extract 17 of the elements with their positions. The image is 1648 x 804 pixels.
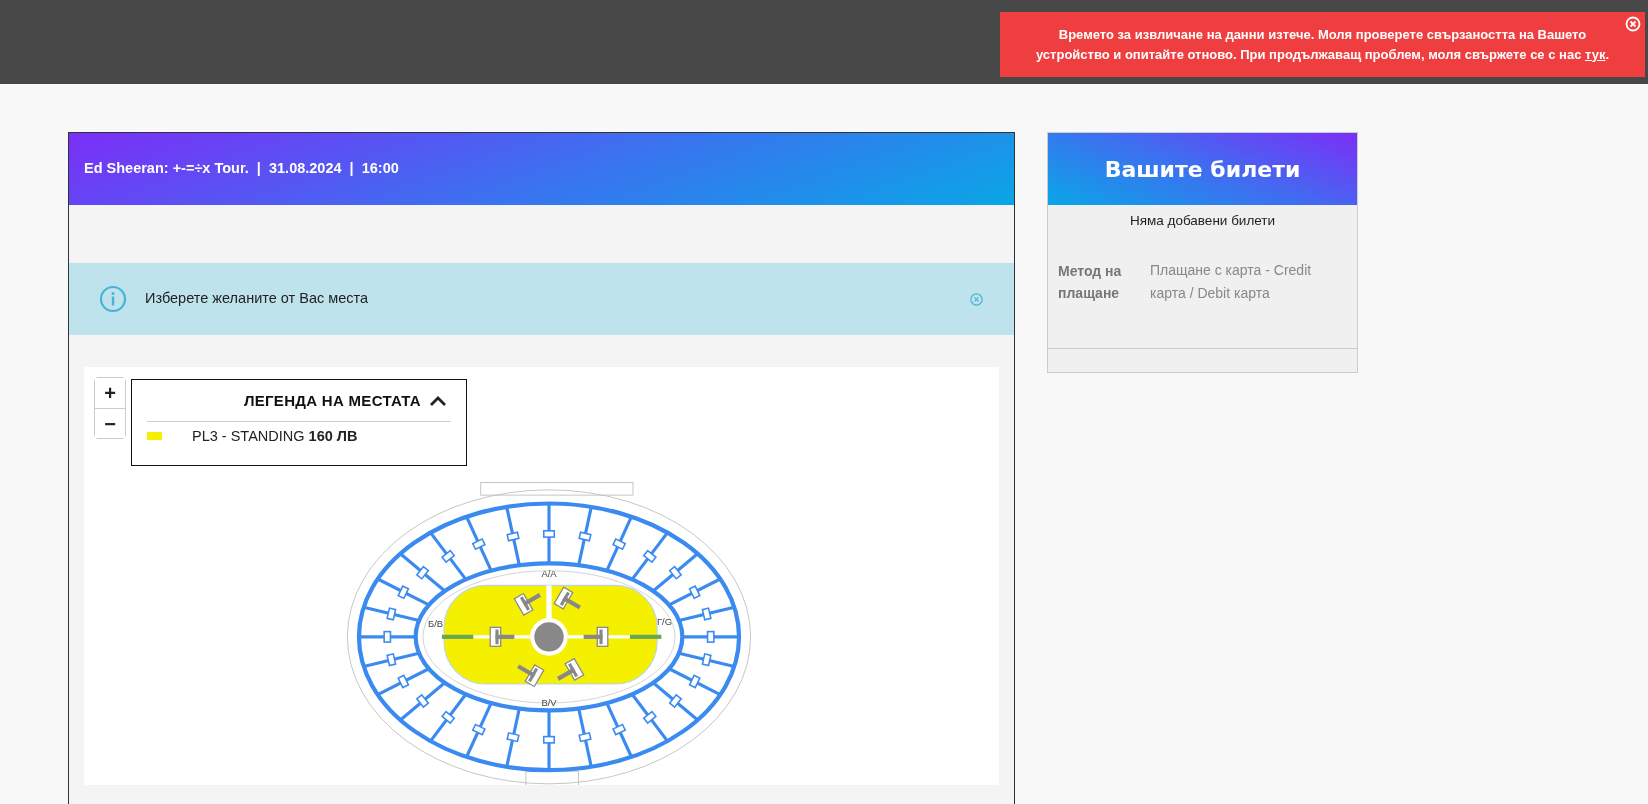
tickets-title: Вашите билети	[1104, 155, 1301, 184]
stand-label: А/А	[541, 568, 557, 579]
payment-value: Плащане с карта - Credit карта / Debit карта	[1150, 261, 1313, 303]
legend-title[interactable]: ЛЕГЕНДА НА МЕСТАТА	[243, 390, 421, 413]
stand-label: Г/G	[656, 616, 673, 628]
error-message: Времето за извличане на данни изтече. Моля проверете свързаността на Вашето устройство и опитайте отново. При продължаващ проблем, моля свържете се с нас тук.	[1034, 26, 1611, 64]
empty-message: Няма добавени билети	[1128, 212, 1277, 230]
caret-icon[interactable]	[429, 395, 447, 408]
contact-link[interactable]: тук	[1585, 46, 1606, 62]
legend-item: PL3 - STANDING 160 ЛВ	[192, 426, 358, 446]
info-icon	[99, 285, 127, 313]
payment-label: Метод на плащане	[1058, 262, 1123, 303]
stand-label: В/V	[541, 697, 557, 709]
zoom-out-button[interactable]: −	[95, 408, 125, 438]
event-title: Ed Sheeran: +-=÷x Tour. | 31.08.2024 | 16:00	[84, 159, 399, 179]
stand-label: Б/В	[428, 618, 444, 630]
alert-message: Изберете желаните от Вас места	[145, 289, 370, 309]
